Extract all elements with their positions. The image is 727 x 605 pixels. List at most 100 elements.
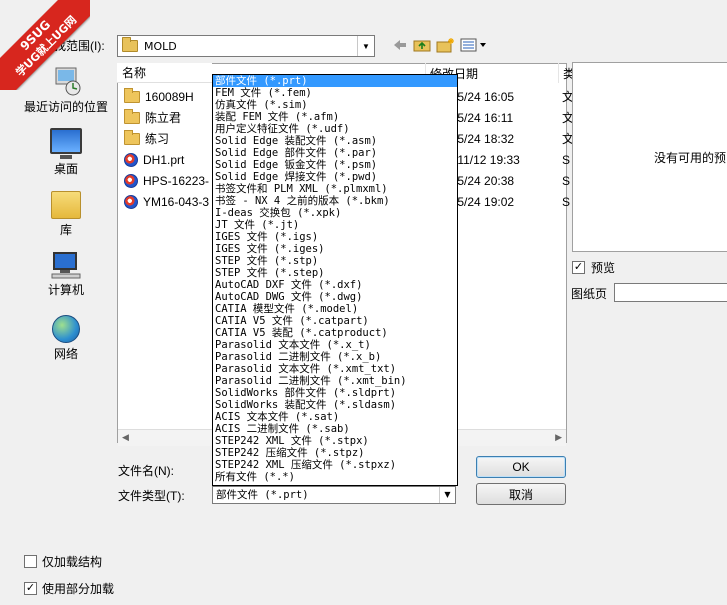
- file-name: 陈立君: [145, 111, 182, 125]
- dropdown-item[interactable]: 部件文件 (*.prt): [213, 75, 457, 87]
- partial-load-checkbox[interactable]: ✓: [24, 582, 37, 595]
- computer-icon: [50, 251, 82, 279]
- dropdown-item[interactable]: AutoCAD DXF 文件 (*.dxf): [213, 279, 457, 291]
- dropdown-item[interactable]: STEP 文件 (*.step): [213, 267, 457, 279]
- ok-button[interactable]: OK: [476, 456, 566, 478]
- filename-label: 文件名(N):: [118, 464, 174, 478]
- place-label: 网络: [53, 347, 78, 361]
- library-icon: [51, 191, 81, 219]
- folder-icon: [124, 129, 140, 145]
- cancel-button[interactable]: 取消: [476, 483, 566, 505]
- dropdown-item[interactable]: ACIS 二进制文件 (*.sab): [213, 423, 457, 435]
- watermark-ribbon: 9SUG 学UG就上UG网: [0, 0, 90, 90]
- dropdown-item[interactable]: STEP242 压缩文件 (*.stpz): [213, 447, 457, 459]
- place-computer[interactable]: 计算机: [16, 251, 116, 298]
- watermark-banner: 9SUG 学UG就上UG网: [0, 0, 90, 90]
- file-name: 练习: [145, 132, 170, 146]
- dropdown-item[interactable]: Solid Edge 钣金文件 (*.psm): [213, 159, 457, 171]
- dropdown-item[interactable]: Solid Edge 部件文件 (*.par): [213, 147, 457, 159]
- filetype-label: 文件类型(T):: [118, 489, 185, 503]
- place-desktop[interactable]: 桌面: [16, 128, 116, 177]
- dropdown-item[interactable]: SolidWorks 装配文件 (*.sldasm): [213, 399, 457, 411]
- dropdown-item[interactable]: 所有文件 (*.*): [213, 471, 457, 483]
- dropdown-item[interactable]: IGES 文件 (*.iges): [213, 243, 457, 255]
- watermark-line2: 学UG就上UG网: [13, 13, 80, 80]
- dropdown-item[interactable]: 仿真文件 (*.sim): [213, 99, 457, 111]
- dropdown-item[interactable]: IGES 文件 (*.igs): [213, 231, 457, 243]
- dropdown-item[interactable]: ACIS 文本文件 (*.sat): [213, 411, 457, 423]
- dropdown-item[interactable]: Parasolid 二进制文件 (*.xmt_bin): [213, 375, 457, 387]
- filetype-dropdown-list[interactable]: 部件文件 (*.prt) FEM 文件 (*.fem) 仿真文件 (*.sim) 装配…: [212, 74, 458, 486]
- chevron-down-icon[interactable]: ▼: [357, 36, 374, 56]
- place-label: 桌面: [53, 162, 78, 176]
- nx-part-icon: [124, 194, 138, 209]
- preview-message: 没有可用的预: [654, 151, 727, 165]
- file-name: 160089H: [145, 89, 194, 104]
- folder-icon: [124, 87, 140, 103]
- file-type: S: [562, 194, 571, 209]
- up-folder-button[interactable]: [413, 36, 431, 54]
- dropdown-item[interactable]: SolidWorks 部件文件 (*.sldprt): [213, 387, 457, 399]
- dropdown-item[interactable]: Parasolid 文本文件 (*.x_t): [213, 339, 457, 351]
- place-label: 计算机: [47, 283, 84, 297]
- dropdown-item[interactable]: 用户定义特征文件 (*.udf): [213, 123, 457, 135]
- dropdown-item[interactable]: 书签 - NX 4 之前的版本 (*.bkm): [213, 195, 457, 207]
- new-folder-button[interactable]: [436, 36, 456, 54]
- place-label: 最近访问的位置: [23, 100, 108, 114]
- dropdown-item[interactable]: AutoCAD DWG 文件 (*.dwg): [213, 291, 457, 303]
- dropdown-item[interactable]: Solid Edge 焊接文件 (*.pwd): [213, 171, 457, 183]
- drawing-sheet-label: 图纸页: [571, 287, 608, 301]
- back-arrow-icon: [394, 40, 406, 50]
- file-date: /11/12 19:33: [454, 152, 520, 167]
- partial-load-label: 使用部分加载: [42, 582, 115, 596]
- preview-checkbox-label: 预览: [591, 261, 616, 275]
- folder-icon: [122, 37, 138, 52]
- desktop-icon: [50, 128, 82, 159]
- dropdown-item[interactable]: Parasolid 文本文件 (*.xmt_txt): [213, 363, 457, 375]
- dropdown-item[interactable]: FEM 文件 (*.fem): [213, 87, 457, 99]
- filetype-combo[interactable]: 部件文件 (*.prt) ▼: [212, 486, 456, 504]
- back-button[interactable]: [392, 36, 408, 54]
- filetype-value: 部件文件 (*.prt): [216, 489, 309, 501]
- scroll-right-icon[interactable]: ▶: [555, 432, 562, 443]
- file-name: DH1.prt: [143, 152, 185, 167]
- chevron-down-icon[interactable]: ▼: [439, 487, 455, 503]
- dropdown-item[interactable]: CATIA V5 文件 (*.catpart): [213, 315, 457, 327]
- place-library[interactable]: 库: [16, 191, 116, 238]
- column-name-label: 名称: [122, 66, 147, 80]
- dropdown-item[interactable]: CATIA 模型文件 (*.model): [213, 303, 457, 315]
- preview-checkbox-row[interactable]: ✓ 预览: [572, 259, 615, 276]
- dropdown-item[interactable]: Solid Edge 装配文件 (*.asm): [213, 135, 457, 147]
- file-date: /5/24 19:02: [454, 194, 515, 209]
- file-type: S: [562, 152, 571, 167]
- scroll-left-icon[interactable]: ◀: [122, 432, 129, 443]
- dropdown-item[interactable]: Parasolid 二进制文件 (*.x_b): [213, 351, 457, 363]
- dropdown-item[interactable]: STEP242 XML 文件 (*.stpx): [213, 435, 457, 447]
- dropdown-item[interactable]: 书签文件和 PLM XML (*.plmxml): [213, 183, 457, 195]
- drawing-sheet-input[interactable]: [614, 283, 727, 302]
- column-header-name[interactable]: 名称: [117, 63, 212, 83]
- file-date: /5/24 20:38: [454, 173, 515, 188]
- look-in-combo[interactable]: MOLD ▼: [117, 35, 375, 57]
- place-network[interactable]: 网络: [16, 315, 116, 362]
- dropdown-item[interactable]: CATIA V5 装配 (*.catproduct): [213, 327, 457, 339]
- dropdown-item[interactable]: STEP242 XML 压缩文件 (*.stpxz): [213, 459, 457, 471]
- dropdown-item[interactable]: I-deas 交换包 (*.xpk): [213, 207, 457, 219]
- file-type: S: [562, 173, 571, 188]
- file-date: /5/24 18:32: [454, 131, 515, 146]
- nx-part-icon: [124, 152, 138, 167]
- partial-load-row[interactable]: ✓ 使用部分加载: [24, 580, 114, 597]
- look-in-value: MOLD: [144, 39, 177, 53]
- dropdown-item[interactable]: JT 文件 (*.jt): [213, 219, 457, 231]
- folder-icon: [124, 108, 140, 124]
- load-structure-checkbox[interactable]: [24, 555, 37, 568]
- new-folder-icon: [436, 38, 454, 53]
- file-name: YM16-043-3: [143, 194, 210, 209]
- view-menu-button[interactable]: [460, 36, 488, 54]
- load-structure-label: 仅加载结构: [42, 555, 103, 569]
- preview-checkbox[interactable]: ✓: [572, 261, 585, 274]
- dropdown-item[interactable]: 装配 FEM 文件 (*.afm): [213, 111, 457, 123]
- load-structure-row[interactable]: 仅加载结构: [24, 553, 102, 570]
- dropdown-item[interactable]: STEP 文件 (*.stp): [213, 255, 457, 267]
- nx-part-icon: [124, 173, 138, 188]
